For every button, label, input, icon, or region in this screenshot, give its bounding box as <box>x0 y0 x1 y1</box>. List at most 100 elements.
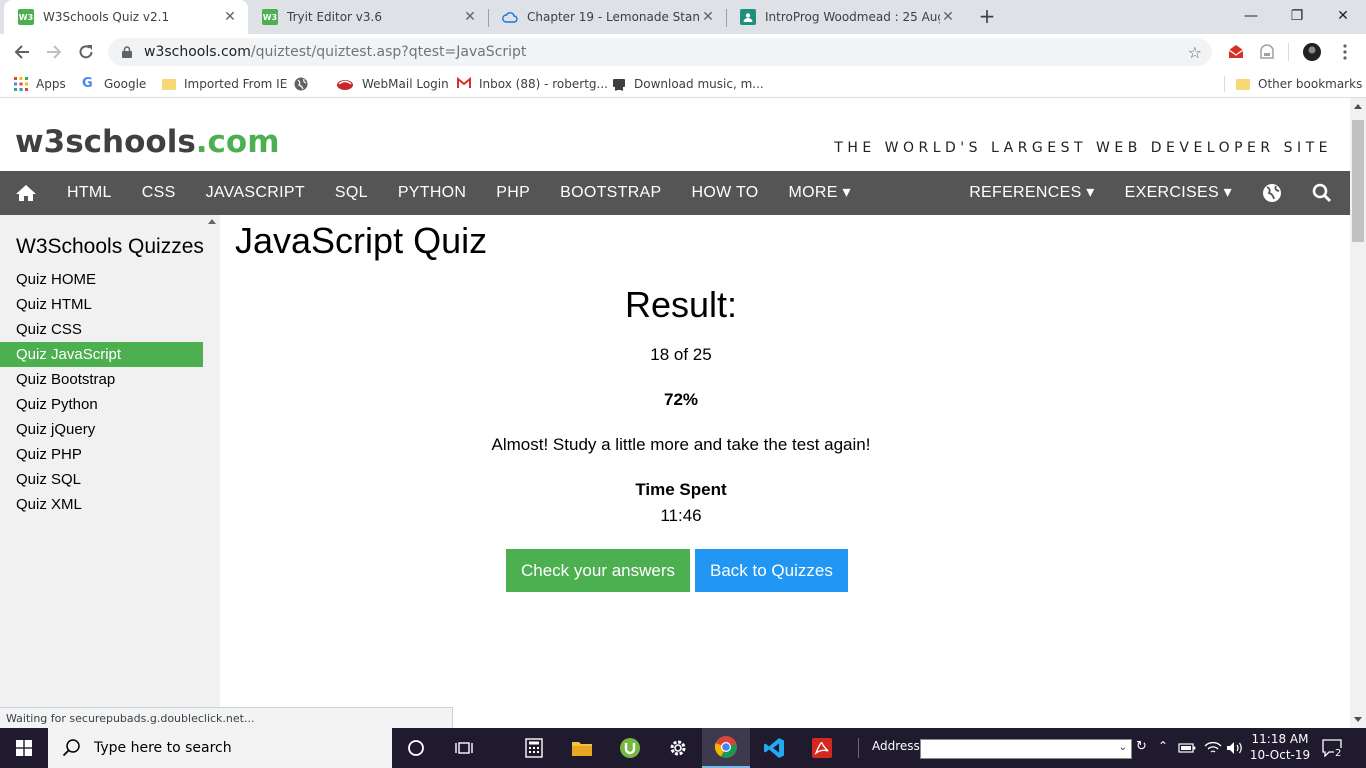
sidebar-item-quiz-xml[interactable]: Quiz XML <box>0 492 203 517</box>
nav-python[interactable]: PYTHON <box>383 171 481 215</box>
bookmark-apps[interactable]: Apps <box>14 75 66 93</box>
action-center-button[interactable]: 2 <box>1322 728 1350 768</box>
cortana-button[interactable] <box>392 728 440 768</box>
show-hidden-icons-chevron-icon[interactable]: ⌃ <box>1158 739 1168 753</box>
forward-button[interactable] <box>42 40 66 64</box>
bookmark-inbox[interactable]: Inbox (88) - robertg... <box>457 75 608 93</box>
browser-status-bar: Waiting for securepubads.g.doubleclick.n… <box>0 707 453 728</box>
clock-date: 10-Oct-19 <box>1249 748 1311 762</box>
nav-bootstrap[interactable]: BOOTSTRAP <box>545 171 676 215</box>
browser-tab[interactable]: W3 Tryit Editor v3.6 ✕ <box>248 0 488 34</box>
close-icon[interactable]: ✕ <box>222 9 238 25</box>
bookmark-google[interactable]: G Google <box>82 75 146 93</box>
volume-icon[interactable] <box>1226 728 1244 768</box>
bookmark-download-music[interactable]: Download music, m... <box>612 75 764 93</box>
sidebar-item-quiz-javascript[interactable]: Quiz JavaScript <box>0 342 203 367</box>
taskbar-search-box[interactable]: Type here to search <box>48 728 392 768</box>
top-navigation: HTML CSS JAVASCRIPT SQL PYTHON PHP BOOTS… <box>0 171 1350 215</box>
bookmark-globe[interactable] <box>294 75 316 93</box>
extension-icon[interactable] <box>1258 43 1276 61</box>
task-view-icon <box>455 742 473 754</box>
taskbar-clock[interactable]: 11:18 AM 10-Oct-19 <box>1248 731 1312 763</box>
check-answers-button[interactable]: Check your answers <box>506 549 691 592</box>
other-bookmarks[interactable]: Other bookmarks <box>1236 75 1362 93</box>
close-icon[interactable]: ✕ <box>940 9 956 25</box>
chevron-down-icon[interactable]: ⌄ <box>1119 742 1127 753</box>
webmail-icon <box>336 77 354 91</box>
nav-html[interactable]: HTML <box>52 171 127 215</box>
start-button[interactable] <box>0 728 48 768</box>
scroll-up-arrow-icon[interactable] <box>1354 104 1362 109</box>
sidebar-item-quiz-css[interactable]: Quiz CSS <box>0 317 203 342</box>
url-path: /quiztest/quiztest.asp?qtest=JavaScript <box>250 44 527 60</box>
profile-avatar[interactable] <box>1303 43 1321 61</box>
bookmark-imported-from-ie[interactable]: Imported From IE <box>162 75 287 93</box>
download-icon <box>612 77 626 91</box>
home-button[interactable] <box>0 171 52 215</box>
tab-title: IntroProg Woodmead : 25 Aug <box>765 10 940 24</box>
menu-kebab-icon[interactable] <box>1336 43 1354 61</box>
browser-tab[interactable]: W3 W3Schools Quiz v2.1 ✕ <box>4 0 248 34</box>
nav-exercises[interactable]: EXERCISES ▾ <box>1110 171 1247 215</box>
globe-icon <box>1263 184 1281 202</box>
taskbar-acrobat[interactable] <box>798 728 846 768</box>
taskbar-file-explorer[interactable] <box>558 728 606 768</box>
minimize-button[interactable]: — <box>1228 0 1274 32</box>
close-icon[interactable]: ✕ <box>462 9 478 25</box>
reload-button[interactable] <box>74 40 98 64</box>
bookmark-webmail[interactable]: WebMail Login <box>336 75 449 93</box>
new-tab-button[interactable]: + <box>976 5 998 27</box>
browser-toolbar: w3schools.com/quiztest/quiztest.asp?qtes… <box>0 34 1366 70</box>
nav-javascript[interactable]: JAVASCRIPT <box>191 171 320 215</box>
nav-more[interactable]: MORE ▾ <box>774 171 866 215</box>
taskbar-calculator[interactable] <box>510 728 558 768</box>
bookmark-label: Download music, m... <box>634 77 764 91</box>
nav-php[interactable]: PHP <box>481 171 545 215</box>
sidebar-item-quiz-bootstrap[interactable]: Quiz Bootstrap <box>0 367 203 392</box>
close-window-button[interactable]: ✕ <box>1320 0 1366 32</box>
taskbar-settings[interactable] <box>654 728 702 768</box>
reload-icon <box>79 45 93 59</box>
refresh-icon[interactable]: ↻ <box>1136 739 1147 754</box>
taskbar-chrome[interactable] <box>702 728 750 768</box>
browser-tab-strip: W3 W3Schools Quiz v2.1 ✕ W3 Tryit Editor… <box>0 0 1366 34</box>
nav-how-to[interactable]: HOW TO <box>677 171 774 215</box>
taskbar-utorrent[interactable] <box>606 728 654 768</box>
site-logo[interactable]: w3schools.com <box>15 124 280 160</box>
close-icon[interactable]: ✕ <box>700 9 716 25</box>
taskbar-vscode[interactable] <box>750 728 798 768</box>
sidebar-item-quiz-home[interactable]: Quiz HOME <box>0 267 203 292</box>
page-scrollbar[interactable] <box>1350 98 1366 728</box>
nav-references[interactable]: REFERENCES ▾ <box>954 171 1109 215</box>
bookmark-star-icon[interactable]: ☆ <box>1188 43 1202 62</box>
sidebar-item-quiz-html[interactable]: Quiz HTML <box>0 292 203 317</box>
maximize-button[interactable]: ❐ <box>1274 0 1320 32</box>
forward-arrow-icon <box>47 45 62 59</box>
w3-icon: W3 <box>18 9 34 25</box>
nav-sql[interactable]: SQL <box>320 171 383 215</box>
search-icon <box>1312 183 1332 203</box>
address-toolbar-input[interactable]: ⌄ <box>920 739 1132 759</box>
translate-button[interactable] <box>1247 171 1297 215</box>
sidebar-scroll-up-icon[interactable] <box>208 219 216 224</box>
back-button[interactable] <box>10 40 34 64</box>
sidebar-item-quiz-sql[interactable]: Quiz SQL <box>0 467 203 492</box>
nav-css[interactable]: CSS <box>127 171 191 215</box>
back-to-quizzes-button[interactable]: Back to Quizzes <box>695 549 848 592</box>
sidebar-item-quiz-jquery[interactable]: Quiz jQuery <box>0 417 203 442</box>
scrollbar-thumb[interactable] <box>1352 120 1364 242</box>
mail-extension-icon[interactable] <box>1227 43 1245 61</box>
task-view-button[interactable] <box>440 728 488 768</box>
search-button[interactable] <box>1297 171 1350 215</box>
sidebar-item-quiz-python[interactable]: Quiz Python <box>0 392 203 417</box>
scroll-down-arrow-icon[interactable] <box>1354 717 1362 722</box>
result-buttons: Check your answers Back to Quizzes <box>506 549 848 592</box>
sidebar-item-quiz-php[interactable]: Quiz PHP <box>0 442 203 467</box>
tab-title: Tryit Editor v3.6 <box>287 10 382 24</box>
time-spent-value: 11:46 <box>660 506 702 525</box>
browser-tab[interactable]: IntroProg Woodmead : 25 Aug ✕ <box>726 0 966 34</box>
address-bar[interactable]: w3schools.com/quiztest/quiztest.asp?qtes… <box>108 38 1212 66</box>
browser-tab[interactable]: Chapter 19 - Lemonade Stand - J ✕ <box>488 0 726 34</box>
wifi-icon[interactable] <box>1204 728 1222 768</box>
battery-icon[interactable] <box>1178 728 1196 768</box>
